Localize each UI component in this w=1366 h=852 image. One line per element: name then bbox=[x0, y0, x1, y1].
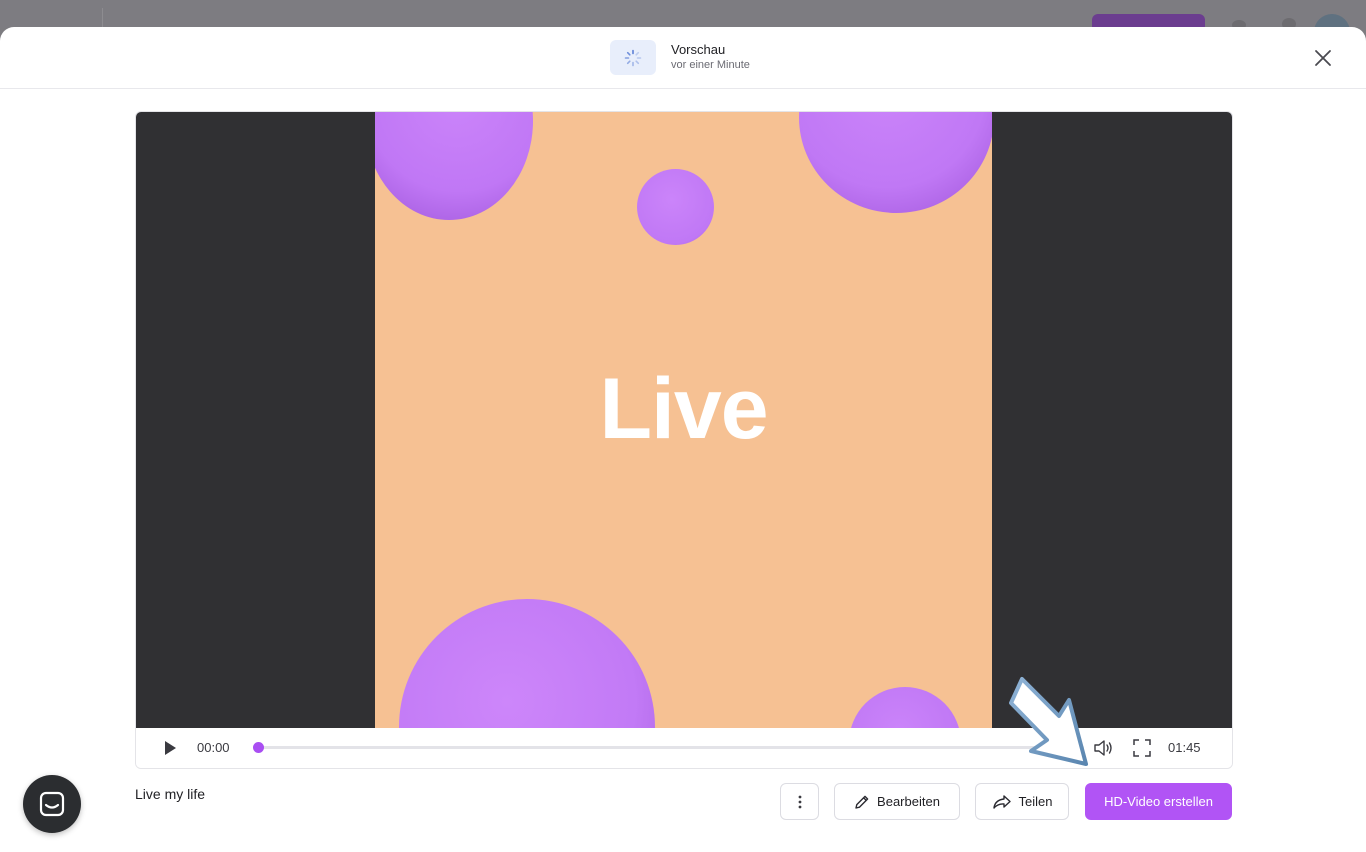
modal-header: Vorschau vor einer Minute bbox=[0, 27, 1366, 89]
close-icon bbox=[1315, 50, 1331, 66]
share-button[interactable]: Teilen bbox=[975, 783, 1069, 820]
play-button[interactable] bbox=[160, 738, 180, 758]
play-icon bbox=[165, 741, 176, 755]
share-label: Teilen bbox=[1018, 794, 1053, 809]
chat-icon bbox=[39, 791, 65, 817]
modal-title: Vorschau bbox=[671, 42, 726, 57]
chat-button[interactable] bbox=[23, 775, 81, 833]
fullscreen-icon bbox=[1133, 739, 1151, 757]
current-time: 00:00 bbox=[197, 740, 230, 755]
close-button[interactable] bbox=[1310, 45, 1336, 71]
modal-subtitle: vor einer Minute bbox=[671, 59, 750, 71]
pointer-arrow-icon bbox=[1009, 677, 1088, 766]
video-ball bbox=[799, 112, 992, 213]
video-stage[interactable]: Live bbox=[136, 112, 1232, 728]
video-title: Live my life bbox=[135, 786, 206, 802]
create-hd-video-button[interactable]: HD-Video erstellen bbox=[1085, 783, 1232, 820]
progress-track[interactable] bbox=[253, 742, 1084, 753]
more-options-button[interactable] bbox=[780, 783, 819, 820]
more-vertical-icon bbox=[798, 795, 801, 808]
video-ball bbox=[637, 169, 714, 245]
video-frame: Live bbox=[375, 112, 992, 728]
video-ball bbox=[399, 599, 655, 728]
progress-thumb[interactable] bbox=[253, 742, 264, 753]
pencil-icon bbox=[854, 794, 870, 810]
total-time: 01:45 bbox=[1168, 740, 1201, 755]
video-ball bbox=[375, 112, 533, 220]
background-divider bbox=[102, 8, 103, 28]
edit-button[interactable]: Bearbeiten bbox=[834, 783, 960, 820]
share-icon bbox=[992, 794, 1012, 810]
video-ball bbox=[849, 687, 961, 728]
fullscreen-button[interactable] bbox=[1131, 737, 1153, 759]
video-overlay-text: Live bbox=[599, 361, 768, 457]
preview-modal: Vorschau vor einer Minute Live 00:00 01:… bbox=[0, 27, 1366, 852]
edit-label: Bearbeiten bbox=[877, 794, 940, 809]
loading-spinner-icon bbox=[610, 40, 656, 75]
